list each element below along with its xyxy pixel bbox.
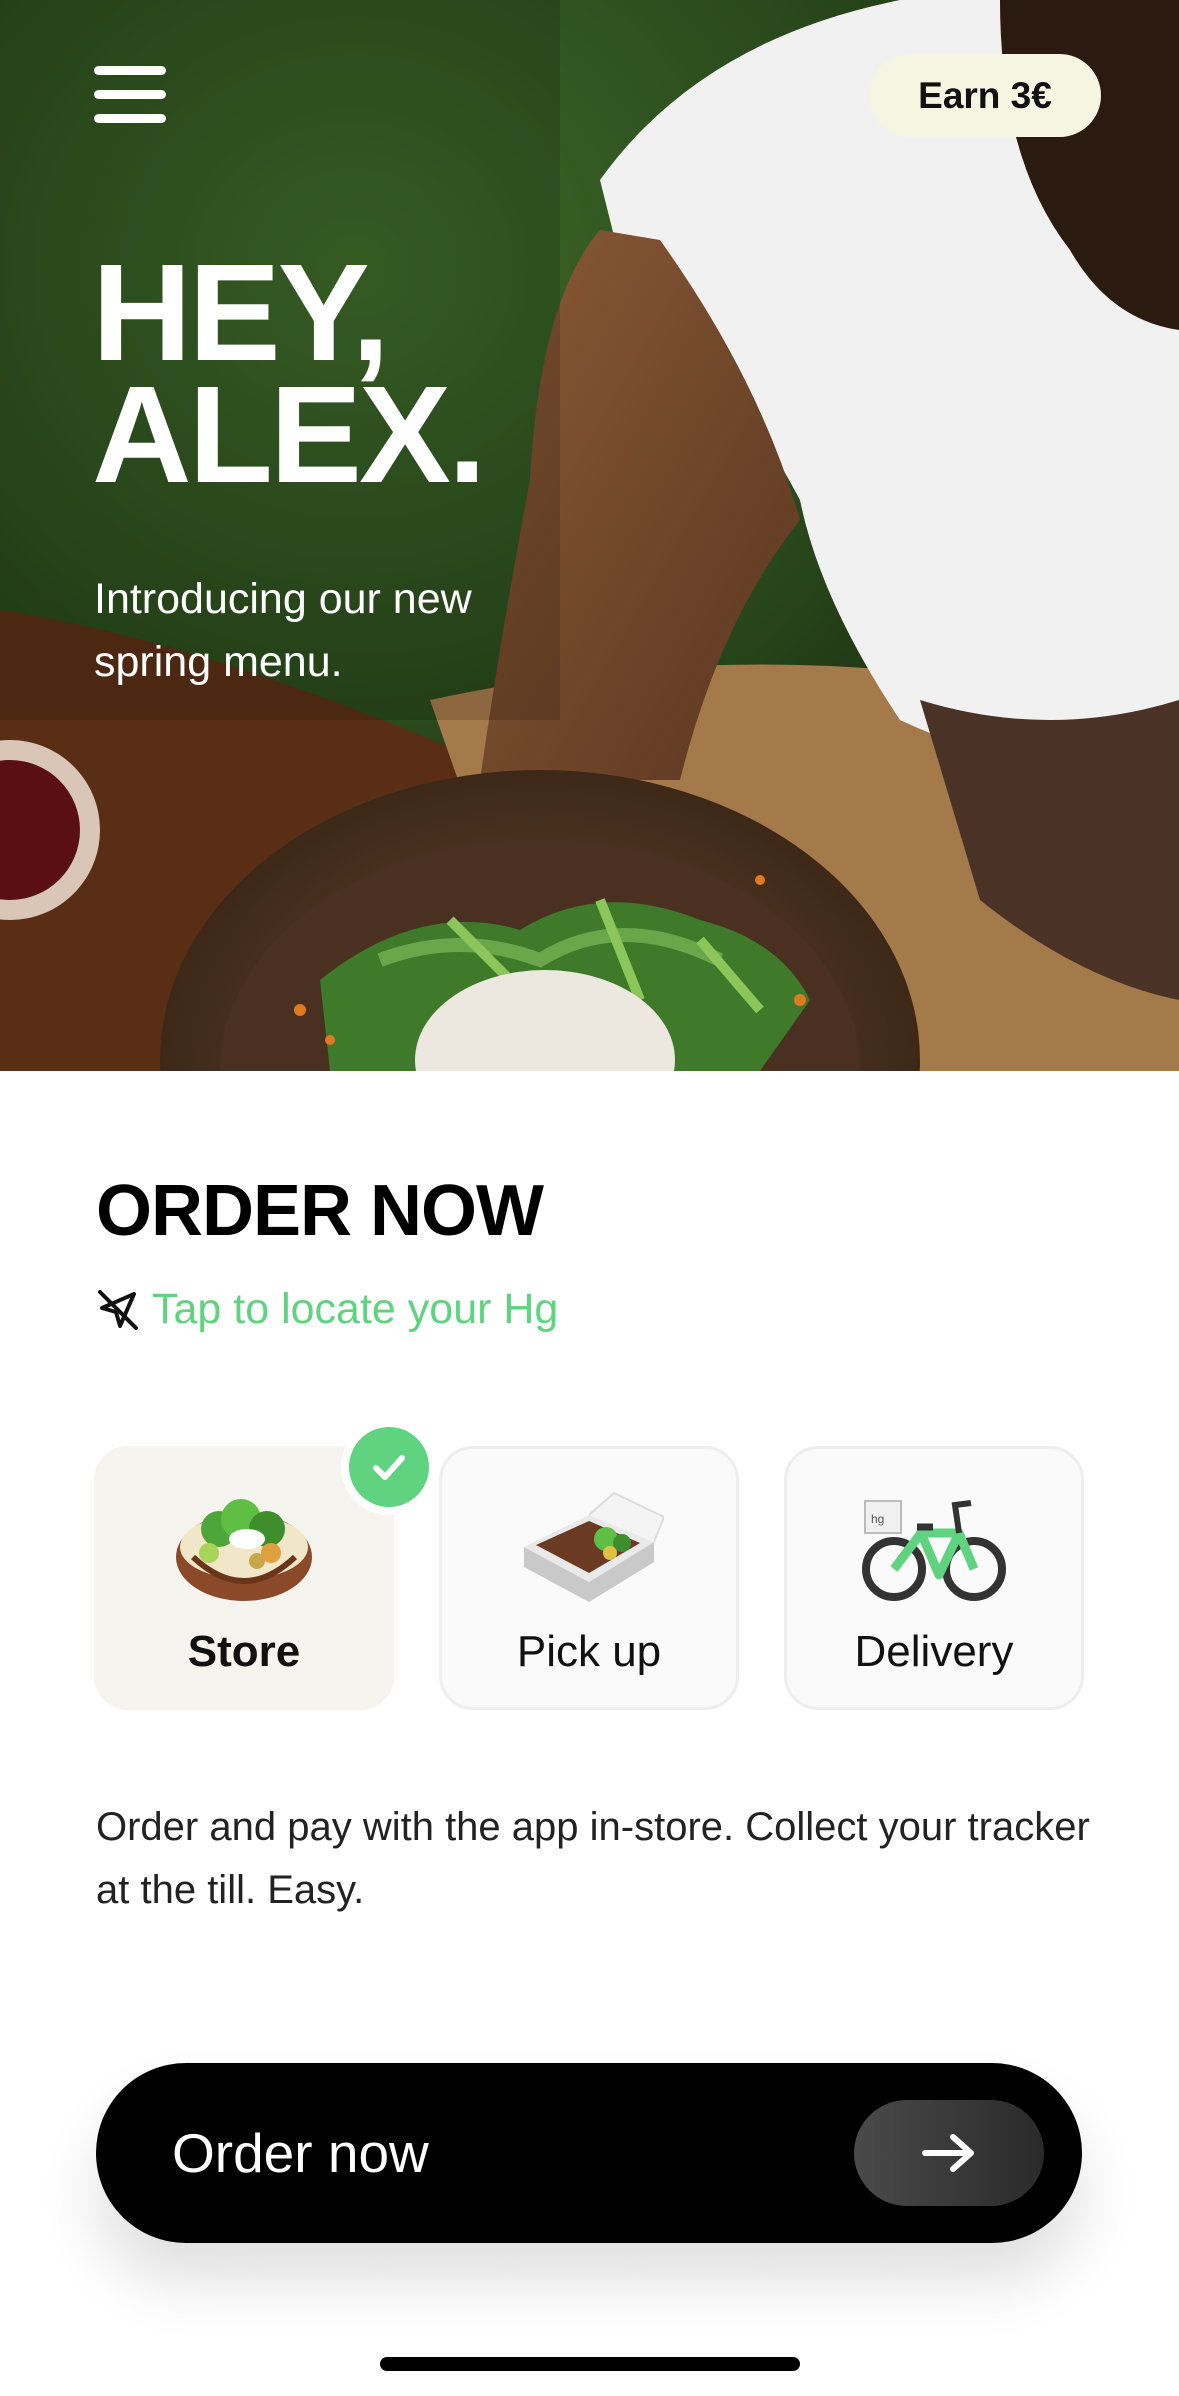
order-type-description: Order and pay with the app in-store. Col… <box>96 1805 1090 1912</box>
greeting-title: HEY, ALEX. <box>92 236 486 512</box>
selected-check <box>341 1419 437 1515</box>
arrow-right-icon <box>854 2100 1044 2206</box>
checkmark-icon <box>373 1455 405 1480</box>
locate-store-link[interactable]: Tap to locate your Hg <box>96 1285 558 1334</box>
takeaway-box-icon <box>524 1491 664 1602</box>
hero-subtitle: Introducing our new spring menu. <box>94 575 472 686</box>
option-label: Store <box>187 1627 301 1676</box>
location-off-icon <box>98 1289 138 1330</box>
greeting-line-1: HEY, <box>92 236 390 390</box>
hero-banner: Earn 3€ HEY, ALEX. Introducing our new s… <box>0 0 1179 1071</box>
greeting-line-2: ALEX. <box>92 358 486 512</box>
order-now-label: Order now <box>172 2122 429 2184</box>
option-label: Pick up <box>516 1627 662 1676</box>
locate-label: Tap to locate your Hg <box>152 1285 559 1333</box>
option-store[interactable]: Store <box>94 1419 437 1710</box>
bicycle-icon: hg <box>862 1500 1006 1601</box>
option-label: Delivery <box>854 1627 1014 1676</box>
order-now-heading: ORDER NOW <box>96 1171 544 1251</box>
order-now-button[interactable]: Order now <box>96 2063 1082 2243</box>
earn-button[interactable]: Earn 3€ <box>869 54 1101 137</box>
menu-icon[interactable] <box>94 66 168 124</box>
option-delivery[interactable]: hg Delivery <box>784 1446 1084 1710</box>
bowl-icon <box>176 1499 312 1601</box>
svg-text:hg: hg <box>871 1512 884 1526</box>
option-pick-up[interactable]: Pick up <box>439 1446 739 1710</box>
hero-photo <box>0 0 1179 1071</box>
home-indicator[interactable] <box>380 2357 800 2371</box>
